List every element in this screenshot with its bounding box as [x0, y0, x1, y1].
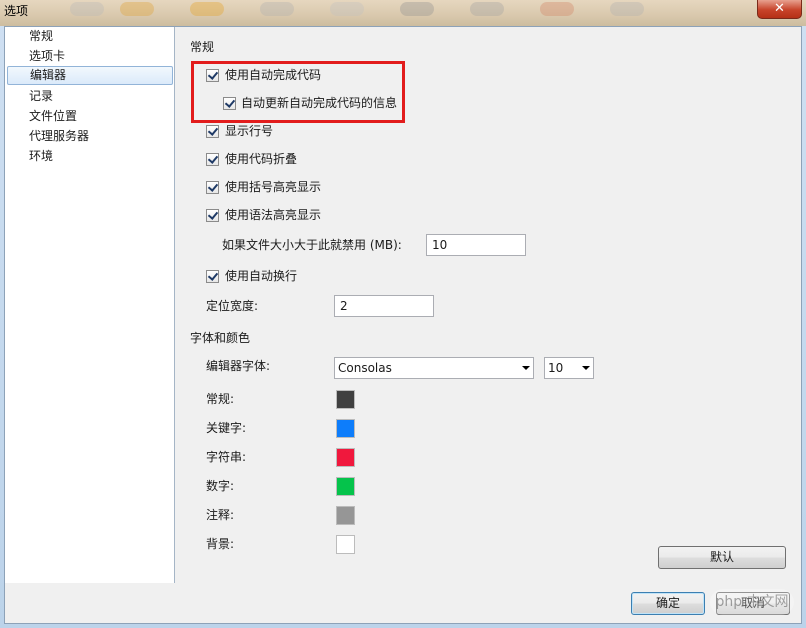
site-watermark: php 中文网 — [710, 589, 794, 615]
autocomplete-label: 使用自动完成代码 — [225, 68, 322, 82]
dialog-client: 常规 选项卡 编辑器 记录 文件位置 代理服务器 环境 常规 使用自动完成代码 … — [4, 26, 802, 624]
nav-item-environment[interactable]: 环境 — [5, 147, 174, 166]
editor-font-value: Consolas — [338, 361, 392, 375]
blurred-toolbar-icon — [120, 2, 154, 16]
editor-font-select[interactable]: Consolas — [334, 357, 534, 379]
fonts-section-header: 字体和颜色 — [190, 331, 251, 345]
color-label-string: 字符串: — [206, 450, 247, 464]
code-folding-checkbox[interactable] — [206, 153, 219, 166]
blurred-toolbar-icon — [610, 2, 644, 16]
disable-size-input[interactable]: 10 — [426, 234, 526, 256]
blurred-toolbar-icon — [260, 2, 294, 16]
bracket-highlight-checkbox[interactable] — [206, 181, 219, 194]
title-bar[interactable]: 选项 ✕ — [0, 0, 806, 26]
word-wrap-checkbox[interactable] — [206, 270, 219, 283]
blurred-toolbar-icon — [470, 2, 504, 16]
window-title: 选项 — [4, 4, 29, 18]
blurred-toolbar-icon — [190, 2, 224, 16]
syntax-highlight-checkbox[interactable] — [206, 209, 219, 222]
blurred-toolbar-icon — [70, 2, 104, 16]
autocomplete-checkbox[interactable] — [206, 69, 219, 82]
autocomplete-update-checkbox[interactable] — [223, 97, 236, 110]
options-window: 选项 ✕ 常规 选项卡 编辑器 记录 文件位置 代理服务器 环境 常规 使用自动… — [0, 0, 806, 628]
blurred-toolbar-icon — [330, 2, 364, 16]
color-swatch-normal[interactable] — [336, 390, 355, 409]
autocomplete-update-label: 自动更新自动完成代码的信息 — [241, 96, 398, 110]
tab-width-input[interactable]: 2 — [334, 295, 434, 317]
line-numbers-checkbox[interactable] — [206, 125, 219, 138]
nav-item-general[interactable]: 常规 — [5, 27, 174, 46]
nav-item-logging[interactable]: 记录 — [5, 87, 174, 106]
chevron-down-icon — [522, 366, 530, 370]
code-folding-label: 使用代码折叠 — [225, 152, 298, 166]
color-label-keyword: 关键字: — [206, 421, 247, 435]
chevron-down-icon — [582, 366, 590, 370]
nav-item-tabs[interactable]: 选项卡 — [5, 47, 174, 66]
color-swatch-string[interactable] — [336, 448, 355, 467]
line-numbers-label: 显示行号 — [225, 124, 274, 138]
color-label-background: 背景: — [206, 537, 235, 551]
syntax-highlight-label: 使用语法高亮显示 — [225, 208, 322, 222]
bracket-highlight-label: 使用括号高亮显示 — [225, 180, 322, 194]
blurred-toolbar-icon — [400, 2, 434, 16]
editor-font-label: 编辑器字体: — [206, 359, 271, 373]
color-label-normal: 常规: — [206, 392, 235, 406]
color-label-comment: 注释: — [206, 508, 235, 522]
ok-button[interactable]: 确定 — [631, 592, 705, 615]
close-button[interactable]: ✕ — [757, 0, 802, 19]
close-icon: ✕ — [774, 1, 785, 16]
reset-default-button[interactable]: 默认 — [658, 546, 786, 569]
color-swatch-background[interactable] — [336, 535, 355, 554]
general-section-header: 常规 — [190, 40, 215, 54]
nav-item-file-location[interactable]: 文件位置 — [5, 107, 174, 126]
color-swatch-number[interactable] — [336, 477, 355, 496]
editor-settings-panel: 常规 使用自动完成代码 自动更新自动完成代码的信息 显示行号 使用代码折叠 使用… — [175, 27, 801, 583]
nav-item-proxy[interactable]: 代理服务器 — [5, 127, 174, 146]
disable-size-label: 如果文件大小大于此就禁用 (MB): — [222, 238, 402, 252]
blurred-toolbar-icon — [540, 2, 574, 16]
font-size-select[interactable]: 10 — [544, 357, 594, 379]
tab-width-label: 定位宽度: — [206, 299, 259, 313]
category-list: 常规 选项卡 编辑器 记录 文件位置 代理服务器 环境 — [5, 27, 175, 583]
color-label-number: 数字: — [206, 479, 235, 493]
word-wrap-label: 使用自动换行 — [225, 269, 298, 283]
nav-item-editor[interactable]: 编辑器 — [7, 66, 173, 85]
color-swatch-comment[interactable] — [336, 506, 355, 525]
color-swatch-keyword[interactable] — [336, 419, 355, 438]
font-size-value: 10 — [548, 361, 564, 375]
